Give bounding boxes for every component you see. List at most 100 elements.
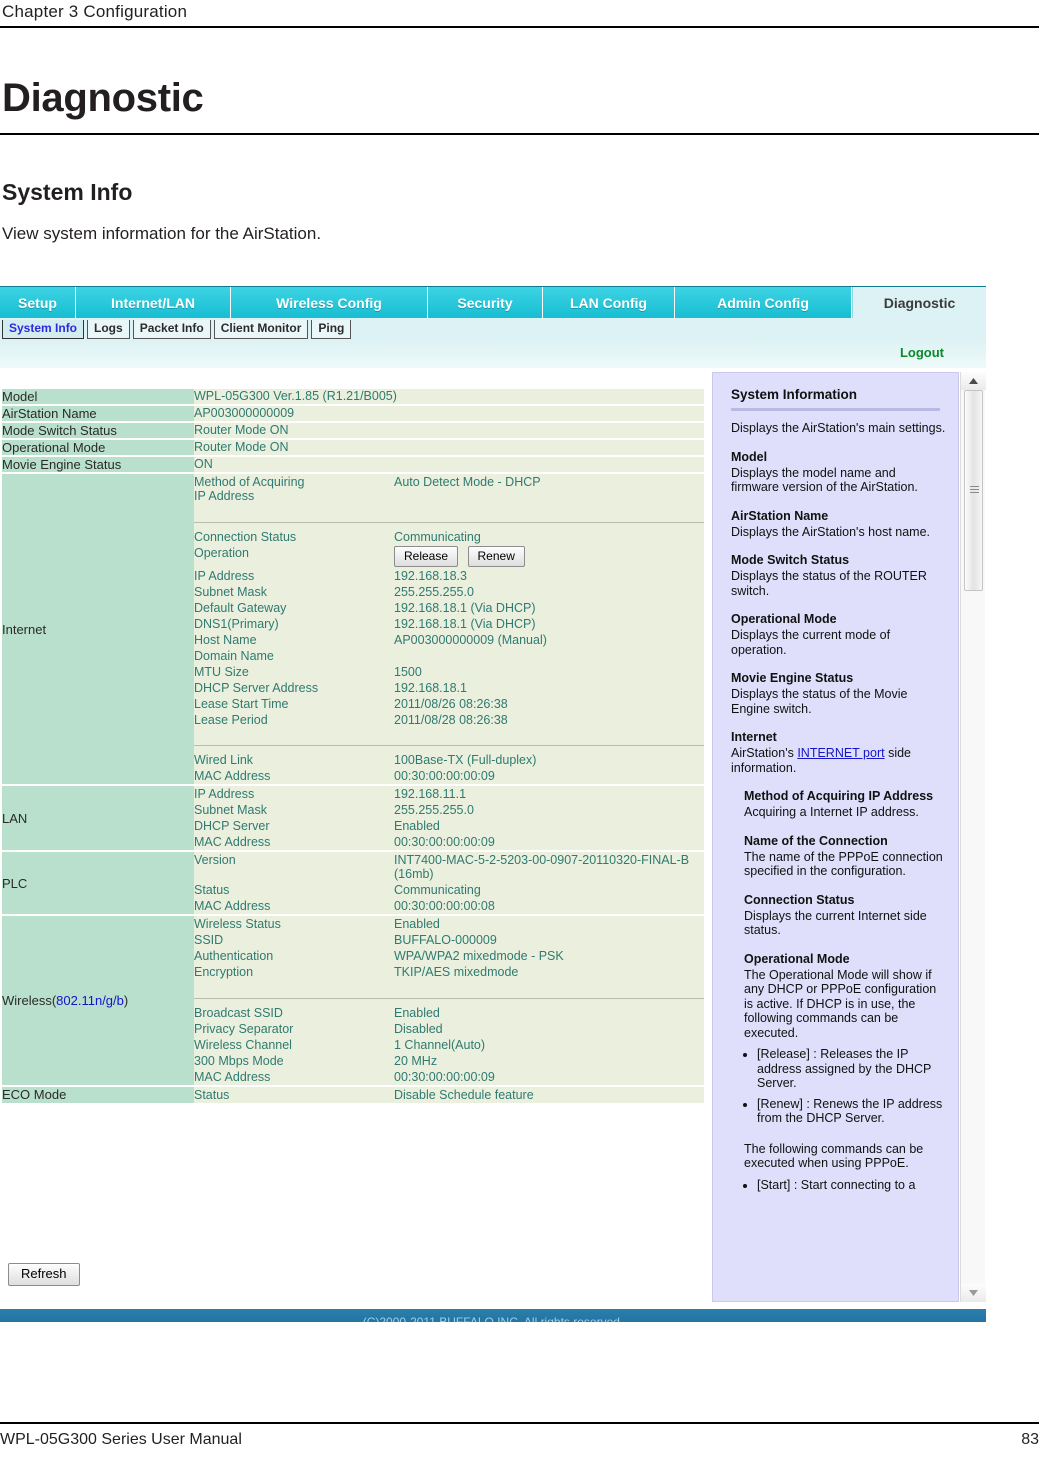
wireless-broadcast-row: Broadcast SSID Enabled [194, 997, 704, 1021]
wireless-label-suffix: ) [123, 992, 129, 1008]
subtab-client-monitor[interactable]: Client Monitor [213, 319, 309, 339]
system-info-table: Model WPL-05G300 Ver.1.85 (R1.21/B005) A… [2, 389, 704, 1105]
internet-mtu-row: MTU Size 1500 [194, 664, 704, 680]
refresh-button-wrapper: Refresh [8, 1263, 86, 1286]
nav-tab-admin-config[interactable]: Admin Config [675, 287, 852, 318]
plc-detail-table: Version INT7400-MAC-5-2-5203-00-0907-201… [194, 852, 704, 914]
help-list-item-renew: [Renew] : Renews the IP address from the… [757, 1097, 946, 1126]
help-heading-mode-switch-status: Mode Switch Status [731, 553, 850, 567]
logout-link[interactable]: Logout [900, 345, 944, 360]
scroll-down-arrow-icon[interactable] [961, 1284, 986, 1302]
wireless-mac-key: MAC Address [194, 1069, 271, 1084]
table-row-mode-switch-status: Mode Switch Status Router Mode ON [2, 422, 704, 440]
nav-tab-wireless-config[interactable]: Wireless Config [231, 287, 428, 318]
nav-tab-lan-config[interactable]: LAN Config [543, 287, 675, 318]
row-label-airstation-name: AirStation Name [2, 405, 194, 423]
table-row-plc: PLC Version INT7400-MAC-5-2-5203-00-0907… [2, 851, 704, 916]
internet-port-link[interactable]: INTERNET port [797, 746, 884, 760]
wireless-standard-link[interactable]: 802.11n/g/b [56, 993, 124, 1008]
internet-subnet-value: 255.255.255.0 [394, 584, 474, 599]
table-row-eco-mode: ECO Mode Status Disable Schedule feature [2, 1085, 704, 1105]
wireless-mac-value: 00:30:00:00:00:09 [394, 1069, 495, 1084]
lan-ip-row: IP Address 192.168.11.1 [194, 786, 704, 802]
subtab-ping[interactable]: Ping [311, 319, 352, 339]
internet-gateway-key: Default Gateway [194, 600, 287, 615]
internet-dhcpserver-key: DHCP Server Address [194, 680, 319, 695]
wireless-status-value: Enabled [394, 917, 440, 931]
internet-operation-buttons: Release Renew [394, 545, 704, 568]
internet-operation-key: Operation [194, 545, 249, 560]
scrollbar-track[interactable] [961, 390, 985, 1284]
lan-mac-key: MAC Address [194, 835, 271, 849]
internet-ip-row: IP Address 192.168.18.3 [194, 568, 704, 584]
section-description: View system information for the AirStati… [2, 224, 322, 243]
help-text-internet: AirStation's INTERNET port side informat… [731, 746, 946, 775]
help-heading-model: Model [731, 449, 768, 464]
manual-page-footer: WPL-05G300 Series User Manual 83 [0, 1422, 1039, 1449]
help-text-operational-mode: Displays the current mode of operation. [731, 628, 891, 657]
main-nav-tabs: Setup Internet/LAN Wireless Config Secur… [0, 286, 986, 318]
wireless-label-prefix: Wireless( [2, 992, 57, 1008]
nav-tab-setup[interactable]: Setup [0, 287, 76, 318]
subtab-logs[interactable]: Logs [87, 319, 130, 339]
row-label-wireless: Wireless(802.11n/g/b) [2, 915, 194, 1087]
internet-domain-key: Domain Name [194, 648, 274, 663]
row-value-wireless: Wireless Status Enabled SSID BUFFALO-000… [194, 915, 704, 1087]
help-heading-operational-mode-2: Operational Mode [744, 951, 850, 966]
lan-ip-key: IP Address [194, 787, 255, 801]
eco-status-key: Status [194, 1087, 230, 1102]
wireless-privsep-value: Disabled [394, 1021, 443, 1036]
nav-tab-security[interactable]: Security [428, 287, 543, 318]
subtab-packet-info[interactable]: Packet Info [132, 319, 211, 339]
row-label-internet: Internet [2, 473, 194, 786]
lan-subnet-row: Subnet Mask 255.255.255.0 [194, 802, 704, 818]
wireless-encryption-key: Encryption [194, 965, 254, 979]
wireless-auth-key: Authentication [194, 949, 274, 963]
row-value-lan: IP Address 192.168.11.1 Subnet Mask 255.… [194, 785, 704, 852]
release-button[interactable]: Release [394, 545, 459, 567]
internet-mac-value: 00:30:00:00:00:09 [394, 769, 495, 783]
internet-dhcpserver-value: 192.168.18.1 [394, 680, 467, 695]
renew-button[interactable]: Renew [467, 545, 525, 567]
subtab-system-info[interactable]: System Info [2, 319, 85, 339]
internet-wiredlink-value: 100Base-TX (Full-duplex) [394, 745, 704, 768]
help-heading-operational-mode: Operational Mode [731, 612, 837, 626]
wireless-privsep-row: Privacy Separator Disabled [194, 1021, 704, 1037]
help-panel: System Information Displays the AirStati… [712, 372, 959, 1302]
scrollbar-thumb[interactable] [964, 390, 983, 591]
internet-dns1-value: 192.168.18.1 (Via DHCP) [394, 616, 536, 631]
sub-nav-tabs: System Info Logs Packet Info Client Moni… [0, 318, 986, 340]
table-row-airstation-name: AirStation Name AP003000000009 [2, 405, 704, 423]
nav-tab-diagnostic[interactable]: Diagnostic [852, 287, 986, 318]
wireless-channel-row: Wireless Channel 1 Channel(Auto) [194, 1037, 704, 1053]
page-title: Diagnostic [2, 76, 204, 120]
help-list-item-release: [Release] : Releases the IP address assi… [757, 1047, 946, 1091]
title-rule [0, 133, 1039, 135]
help-text-pppoe: The following commands can be executed w… [744, 1141, 924, 1171]
internet-operation-row: Operation Release Renew [194, 545, 704, 568]
nav-tab-internet-lan[interactable]: Internet/LAN [76, 287, 231, 318]
scroll-up-arrow-icon[interactable] [961, 372, 986, 390]
help-text-movie-engine-status: Displays the status of the Movie Engine … [731, 687, 908, 716]
wireless-channel-value: 1 Channel(Auto) [394, 1037, 486, 1052]
wireless-encryption-value: TKIP/AES mixedmode [394, 965, 519, 979]
row-value-airstation-name: AP003000000009 [194, 405, 704, 423]
wireless-gap-1 [194, 980, 704, 998]
lan-mac-row: MAC Address 00:30:00:00:00:09 [194, 834, 704, 850]
wireless-status-key: Wireless Status [194, 917, 281, 931]
table-row-model: Model WPL-05G300 Ver.1.85 (R1.21/B005) [2, 389, 704, 406]
wireless-ssid-value: BUFFALO-000009 [394, 933, 497, 947]
wireless-ssid-key: SSID [194, 933, 224, 947]
copyright-footer: (C)2000-2011 BUFFALO INC. All rights res… [0, 1309, 986, 1322]
internet-ip-key: IP Address [194, 568, 255, 583]
help-panel-scrollbar[interactable] [960, 372, 986, 1302]
internet-leasestart-value: 2011/08/26 08:26:38 [394, 696, 508, 711]
help-text-mode-switch-status: Displays the status of the ROUTER switch… [731, 569, 927, 598]
plc-version-value: INT7400-MAC-5-2-5203-00-0907-20110320-FI… [394, 853, 690, 881]
internet-hostname-row: Host Name AP003000000009 (Manual) [194, 632, 704, 648]
refresh-button[interactable]: Refresh [8, 1263, 80, 1286]
row-value-plc: Version INT7400-MAC-5-2-5203-00-0907-201… [194, 851, 704, 916]
footer-page-number: 83 [1021, 1431, 1039, 1448]
wireless-auth-row: Authentication WPA/WPA2 mixedmode - PSK [194, 948, 704, 964]
help-heading-airstation-name: AirStation Name [731, 508, 829, 523]
